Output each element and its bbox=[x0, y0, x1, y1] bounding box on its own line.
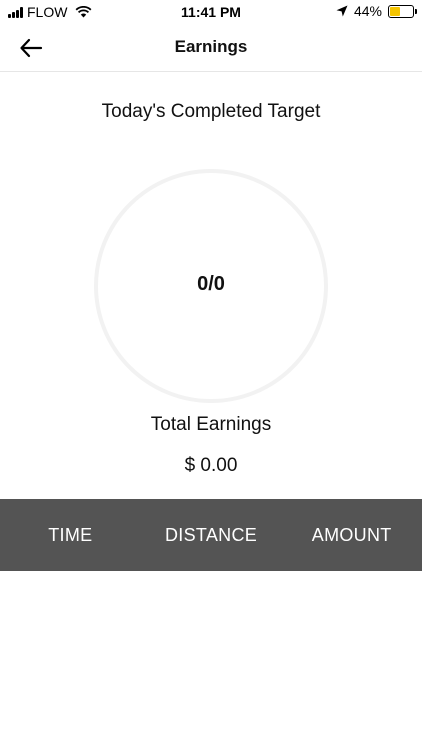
tab-amount[interactable]: AMOUNT bbox=[281, 499, 422, 571]
battery-percent: 44% bbox=[353, 3, 382, 19]
nav-header: Earnings bbox=[0, 24, 422, 72]
total-earnings-label: Total Earnings bbox=[150, 414, 272, 435]
target-progress-value: 0/0 bbox=[197, 273, 225, 295]
status-right: 44% bbox=[336, 3, 417, 19]
target-progress-ring: 0/0 bbox=[94, 169, 328, 403]
page-title: Earnings bbox=[174, 37, 248, 56]
battery-fill bbox=[390, 6, 400, 16]
target-title: Today's Completed Target bbox=[101, 101, 321, 122]
earnings-tabs: TIME DISTANCE AMOUNT bbox=[0, 499, 422, 571]
status-bar: FLOW 11:41 PM 44% bbox=[0, 0, 422, 24]
tab-time[interactable]: TIME bbox=[0, 499, 141, 571]
total-earnings-value: $ 0.00 bbox=[184, 455, 238, 476]
battery-icon bbox=[388, 4, 417, 18]
location-arrow-icon bbox=[336, 5, 348, 17]
earnings-screen: FLOW 11:41 PM 44% Earnings Today's Compl… bbox=[0, 0, 422, 750]
tab-distance[interactable]: DISTANCE bbox=[141, 499, 282, 571]
